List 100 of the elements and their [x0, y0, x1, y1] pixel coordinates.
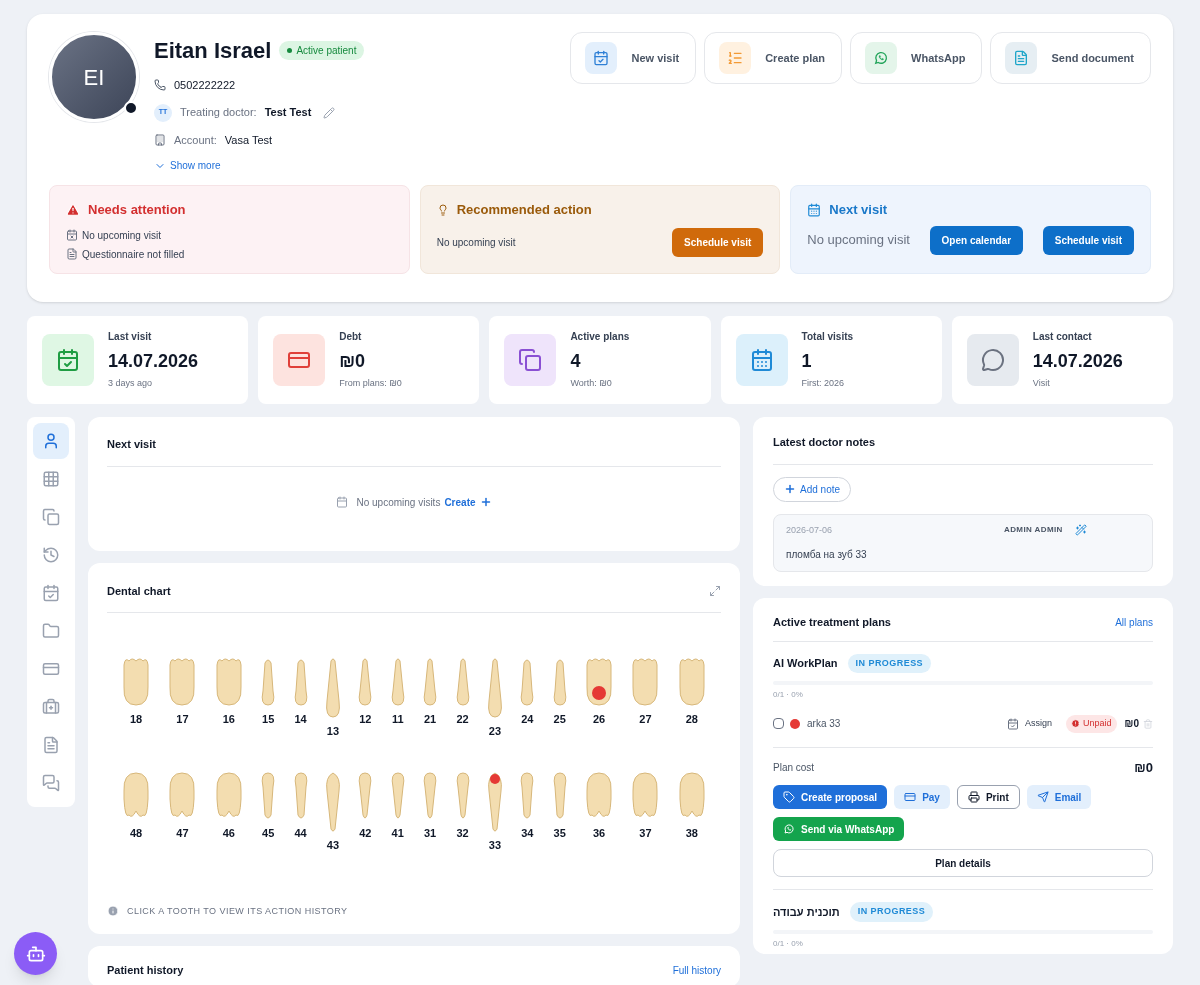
- history-icon: [42, 546, 60, 564]
- full-history-link[interactable]: Full history: [672, 962, 721, 979]
- expand-icon[interactable]: [709, 585, 721, 598]
- tooth-number: 41: [391, 825, 404, 841]
- stat-value: 1: [801, 350, 813, 374]
- all-plans-link[interactable]: All plans: [1115, 614, 1153, 631]
- lightbulb-icon: [436, 203, 449, 216]
- calendar-icon: [336, 496, 349, 508]
- schedule-visit-button[interactable]: Schedule visit: [672, 227, 764, 257]
- phone-icon: [154, 79, 166, 92]
- calendar-check-icon: [593, 50, 610, 66]
- plan-action-button[interactable]: Email: [1026, 785, 1092, 809]
- list-icon: [727, 50, 744, 66]
- patient-name: Eitan Israel: [154, 37, 272, 65]
- tooth-number: 15: [262, 711, 275, 727]
- assistant-button[interactable]: [14, 932, 57, 975]
- treatment-name: arka 33: [807, 717, 841, 732]
- stat-label: Last contact: [1032, 330, 1093, 345]
- note-text: пломба на зуб 33: [786, 548, 868, 562]
- tooth-number: 42: [359, 825, 372, 841]
- tooth-number: 25: [553, 711, 566, 727]
- whatsapp-icon: [873, 50, 890, 66]
- panel-title: Needs attention: [88, 201, 186, 219]
- tooth-number: 34: [521, 825, 534, 841]
- tooth-number: 36: [592, 825, 606, 841]
- calendar-action-button[interactable]: Open calendar: [929, 225, 1024, 255]
- tooth-number: 45: [262, 825, 275, 841]
- warning-icon: [66, 202, 80, 217]
- stat-value: 14.07.2026: [1032, 350, 1123, 374]
- tooth-number: 21: [424, 711, 437, 727]
- stat-label: Active plans: [570, 330, 630, 345]
- document-icon: [66, 248, 78, 260]
- edit-icon[interactable]: [323, 106, 336, 119]
- empty-state-text: No upcoming visits: [356, 495, 441, 510]
- plan-name: תוכנית עבודה: [773, 904, 840, 920]
- note-author: ADMIN ADMIN: [1004, 524, 1063, 537]
- stat-value: 4: [570, 350, 582, 374]
- documents-icon: [518, 348, 543, 372]
- tooth-number: 43: [326, 837, 340, 853]
- note-date: 2026-07-06: [786, 523, 834, 537]
- calendar-icon: [1007, 717, 1020, 730]
- doctor-name: Test Test: [264, 105, 312, 121]
- account-name: Vasa Test: [224, 132, 273, 148]
- info-icon: [107, 905, 119, 918]
- create-link[interactable]: Create: [444, 494, 492, 510]
- calendar-x-icon: [66, 229, 78, 241]
- quick-action-button[interactable]: Send document: [990, 32, 1151, 84]
- tooth-number: 12: [359, 711, 372, 727]
- cost-value: ₪0: [1134, 758, 1153, 777]
- progress-text: 0/1 · 0%: [773, 689, 804, 701]
- medical-kit-icon: [42, 698, 60, 716]
- row-checkbox[interactable]: [773, 718, 784, 730]
- tooth-number: 13: [326, 723, 340, 739]
- tooth-number: 47: [176, 825, 189, 841]
- show-more-link[interactable]: Show more: [154, 158, 365, 173]
- quick-action-button[interactable]: WhatsApp: [850, 32, 983, 84]
- folder-icon: [42, 622, 60, 640]
- plan-action-button[interactable]: Print: [956, 785, 1020, 809]
- tooth-number: 18: [129, 711, 143, 727]
- attention-item: No upcoming visit: [82, 228, 161, 243]
- plan-details-button[interactable]: Plan details: [773, 849, 1153, 877]
- alert-icon: [1071, 719, 1081, 729]
- stat-subtext: Worth: ₪0: [570, 377, 613, 391]
- plus-icon: [784, 483, 796, 495]
- quick-action-button[interactable]: Create plan: [704, 32, 843, 84]
- plan-action-button[interactable]: Create proposal: [773, 785, 888, 809]
- tooth-number: 11: [391, 711, 404, 727]
- tooth-number: 46: [222, 825, 235, 841]
- tooth-number: 24: [521, 711, 534, 727]
- magic-wand-icon[interactable]: [1074, 524, 1087, 537]
- whatsapp-icon: [783, 823, 795, 835]
- user-icon: [42, 432, 60, 450]
- trash-icon[interactable]: [1143, 718, 1153, 729]
- tooth-number: 16: [222, 711, 235, 727]
- stat-label: Last visit: [108, 330, 153, 345]
- tooth-number: 35: [553, 825, 566, 841]
- tooth-number: 33: [488, 837, 502, 853]
- tooth-number: 27: [639, 711, 652, 727]
- card-title: Latest doctor notes: [773, 434, 1153, 465]
- assign-link[interactable]: Assign: [1025, 717, 1053, 731]
- sidebar-tab[interactable]: [33, 423, 69, 459]
- tag-icon: [783, 791, 795, 803]
- card-title: Dental chart: [107, 584, 171, 599]
- recommendation-text: No upcoming visit: [436, 235, 516, 250]
- calendar-action-button[interactable]: Schedule visit: [1042, 225, 1134, 255]
- plan-action-button[interactable]: Pay: [894, 785, 950, 809]
- quick-action-button[interactable]: New visit: [570, 32, 697, 84]
- tooth-number: 32: [456, 825, 469, 841]
- progress-text: 0/1 · 0%: [773, 937, 804, 950]
- plan-action-button[interactable]: Send via WhatsApp: [773, 817, 905, 841]
- credit-card-icon: [42, 660, 60, 678]
- card-title: Next visit: [107, 436, 721, 467]
- payment-badge: Unpaid: [1066, 715, 1117, 733]
- tooth-number: 37: [639, 825, 652, 841]
- status-badge: Active patient: [279, 41, 365, 60]
- stat-label: Total visits: [801, 330, 854, 345]
- calendar-icon: [749, 348, 774, 372]
- cost-label: Plan cost: [773, 760, 815, 775]
- stat-value: 14.07.2026: [108, 350, 199, 374]
- stat-subtext: Visit: [1032, 377, 1051, 391]
